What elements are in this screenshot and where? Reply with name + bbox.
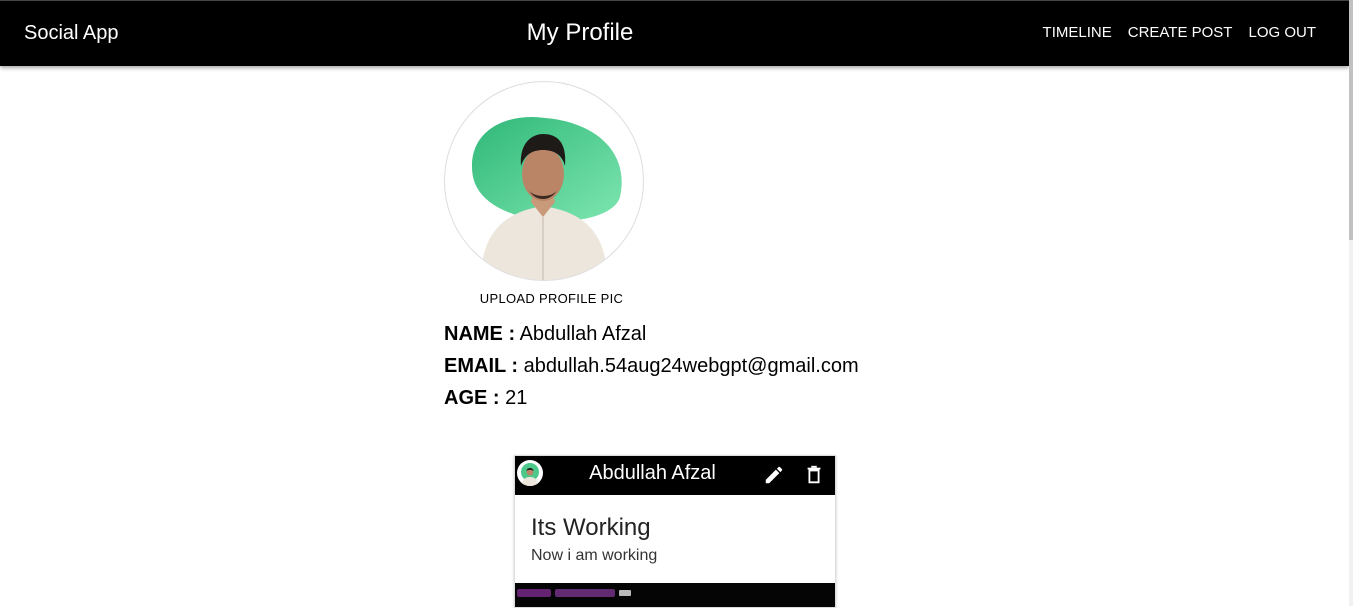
post-title: Its Working — [531, 514, 651, 541]
edit-icon[interactable] — [763, 464, 785, 486]
post-card: Abdullah Afzal Its Working Now i am work… — [514, 455, 836, 608]
brand-title[interactable]: Social App — [24, 21, 119, 45]
profile-age-row: AGE : 21 — [444, 386, 527, 410]
profile-avatar — [444, 81, 644, 281]
nav-timeline-link[interactable]: TIMELINE — [1043, 24, 1112, 42]
nav-logout-link[interactable]: LOG OUT — [1248, 24, 1316, 42]
email-value: abdullah.54aug24webgpt@gmail.com — [523, 355, 859, 377]
page-scrollbar[interactable] — [1349, 0, 1353, 606]
age-label: AGE : — [444, 387, 500, 409]
post-image — [515, 583, 835, 607]
profile-email-row: EMAIL : abdullah.54aug24webgpt@gmail.com — [444, 354, 859, 378]
post-author-name: Abdullah Afzal — [589, 462, 716, 484]
email-label: EMAIL : — [444, 355, 519, 377]
post-header: Abdullah Afzal — [515, 456, 835, 495]
profile-photo — [471, 116, 622, 280]
nav-menu: TIMELINE CREATE POST LOG OUT — [1043, 24, 1316, 42]
post-author-avatar — [517, 460, 543, 486]
name-value: Abdullah Afzal — [519, 323, 647, 345]
app-bar: Social App My Profile TIMELINE CREATE PO… — [0, 0, 1349, 66]
delete-icon[interactable] — [803, 464, 825, 486]
name-label: NAME : — [444, 323, 516, 345]
age-value: 21 — [505, 387, 528, 409]
upload-profile-pic-button[interactable]: UPLOAD PROFILE PIC — [444, 291, 659, 307]
page-title: My Profile — [526, 19, 634, 46]
scrollbar-thumb[interactable] — [1349, 0, 1353, 240]
post-image-content — [517, 589, 631, 597]
profile-name-row: NAME : Abdullah Afzal — [444, 322, 646, 346]
post-body: Now i am working — [531, 547, 658, 564]
nav-create-post-link[interactable]: CREATE POST — [1128, 24, 1233, 42]
